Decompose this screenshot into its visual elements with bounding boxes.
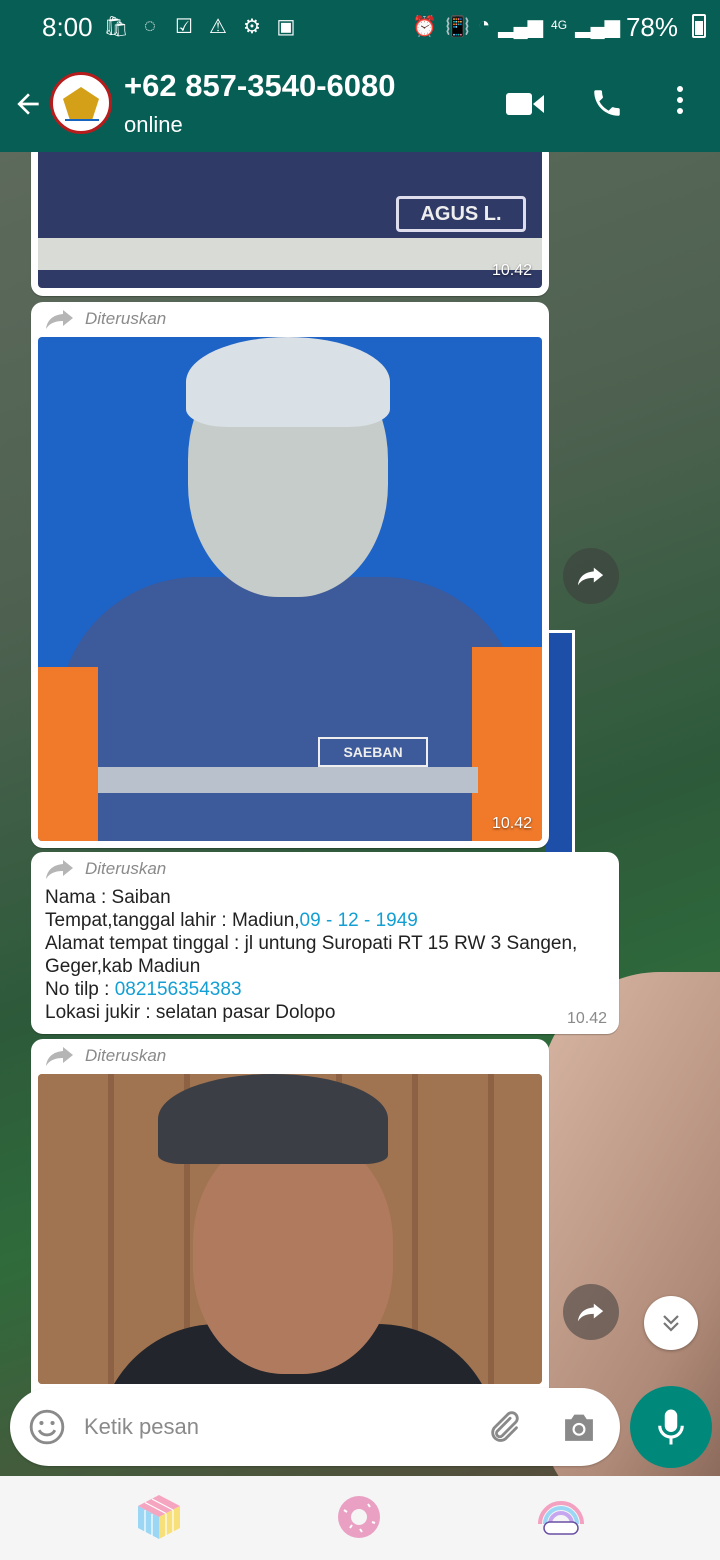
avatar[interactable]	[50, 72, 112, 134]
forwarded-text: Diteruskan	[85, 309, 167, 328]
camera-icon[interactable]	[560, 1410, 598, 1444]
image-message[interactable]: Diteruskan SAEBAN 10.42	[31, 302, 549, 848]
back-arrow-icon[interactable]	[12, 88, 44, 120]
image-icon: ▣	[276, 15, 296, 38]
contact-name[interactable]: +62 857-3540-6080	[124, 68, 396, 104]
photo-cap	[158, 1074, 388, 1164]
message-line: Lokasi jukir : selatan pasar Dolopo	[45, 1002, 336, 1023]
rainbow-yeah-sticker-icon[interactable]	[536, 1492, 586, 1542]
message-time: 10.42	[491, 262, 532, 279]
photo-face	[193, 1134, 393, 1374]
settings-icon: ⚙	[243, 15, 261, 38]
photo-vest-right	[472, 647, 542, 841]
system-icons: ⏰ 📳 ◔ ▂▄▆ 4G ▂▄▆	[412, 14, 620, 39]
message-time: 10.42	[566, 1010, 607, 1027]
signal-icon: ▂▄▆	[498, 16, 544, 38]
message-time: 10.42	[491, 815, 532, 832]
contact-status: online	[124, 112, 183, 137]
whatsapp-icon: ◌	[144, 14, 156, 37]
phone-icon[interactable]	[590, 86, 624, 120]
name-tag: AGUS L.	[396, 196, 526, 232]
uniform-stripe	[38, 238, 542, 270]
voice-record-button[interactable]	[630, 1386, 712, 1468]
network-type: 4G	[551, 18, 568, 32]
forward-icon	[577, 1303, 604, 1322]
wifi-icon: ◔	[478, 14, 491, 36]
photo-stripe	[98, 767, 478, 793]
message-composer	[10, 1388, 620, 1466]
battery-icon	[692, 14, 706, 38]
forward-icon	[46, 1047, 73, 1066]
message-photo[interactable]: AGUS L. 10.42	[38, 152, 542, 288]
forwarded-text: Diteruskan	[85, 1046, 167, 1065]
scroll-to-bottom-button[interactable]	[644, 1296, 698, 1350]
emblem-icon	[63, 87, 99, 121]
alarm-icon: ⏰	[412, 16, 438, 38]
emoji-icon[interactable]	[28, 1408, 66, 1446]
rubiks-cube-sticker-icon[interactable]	[134, 1492, 184, 1542]
text-message[interactable]: Diteruskan Nama : Saiban Tempat,tanggal …	[31, 852, 619, 1034]
message-line: Tempat,tanggal lahir : Madiun,09 - 12 - …	[45, 909, 605, 932]
forwarded-label: Diteruskan	[45, 1045, 166, 1067]
message-body: Nama : Saiban Tempat,tanggal lahir : Mad…	[45, 886, 605, 1024]
notification-icons: 🛍 ◌ ☑ ⚠ ⚙ ▣	[103, 14, 298, 38]
chat-area[interactable]: AGUS L. 10.42 Diteruskan SAEBAN 10.42 Di…	[0, 152, 720, 1476]
forward-icon	[46, 860, 73, 879]
signal-icon-2: ▂▄▆	[575, 16, 620, 38]
date-link[interactable]: 09 - 12 - 1949	[300, 910, 418, 931]
olympic-rings-icon	[65, 119, 99, 125]
sticker-bar	[0, 1476, 720, 1560]
image-message[interactable]: AGUS L. 10.42	[31, 152, 549, 296]
forward-icon	[577, 567, 604, 586]
battery-percent: 78%	[625, 12, 678, 42]
forward-button[interactable]	[563, 548, 619, 604]
name-tag: SAEBAN	[318, 737, 428, 767]
status-bar: 8:00 🛍 ◌ ☑ ⚠ ⚙ ▣ ⏰ 📳 ◔ ▂▄▆ 4G ▂▄▆ 78%	[0, 0, 720, 54]
chevron-double-down-icon	[663, 1315, 679, 1332]
more-vert-icon[interactable]	[674, 86, 686, 118]
attach-icon[interactable]	[484, 1408, 522, 1446]
forwarded-label: Diteruskan	[45, 308, 166, 330]
checkbox-icon: ☑	[175, 15, 193, 38]
shopping-bag-icon: 🛍	[103, 15, 129, 38]
message-photo[interactable]	[38, 1074, 542, 1384]
mic-icon	[658, 1409, 684, 1445]
forwarded-text: Diteruskan	[85, 859, 167, 878]
forwarded-label: Diteruskan	[45, 858, 166, 880]
message-input[interactable]	[84, 1410, 464, 1444]
message-line: Alamat tempat tinggal : jl untung Suropa…	[45, 933, 578, 977]
message-text: No tilp :	[45, 979, 115, 1000]
forward-button[interactable]	[563, 1284, 619, 1340]
forward-icon	[46, 310, 73, 329]
message-line: No tilp : 082156354383	[45, 978, 605, 1001]
message-text: Tempat,tanggal lahir : Madiun,	[45, 910, 300, 931]
warning-icon: ⚠	[209, 15, 227, 38]
status-time: 8:00	[42, 12, 93, 42]
message-line: Nama : Saiban	[45, 887, 171, 908]
photo-hair	[186, 337, 390, 427]
chat-header: +62 857-3540-6080 online	[0, 54, 720, 152]
video-call-icon[interactable]	[506, 92, 544, 116]
photo-body	[58, 577, 522, 841]
donut-sticker-icon[interactable]	[334, 1492, 384, 1542]
vibrate-icon: 📳	[445, 16, 471, 38]
photo-vest-left	[38, 667, 98, 841]
phone-link[interactable]: 082156354383	[115, 979, 242, 1000]
message-photo[interactable]: SAEBAN 10.42	[38, 337, 542, 841]
